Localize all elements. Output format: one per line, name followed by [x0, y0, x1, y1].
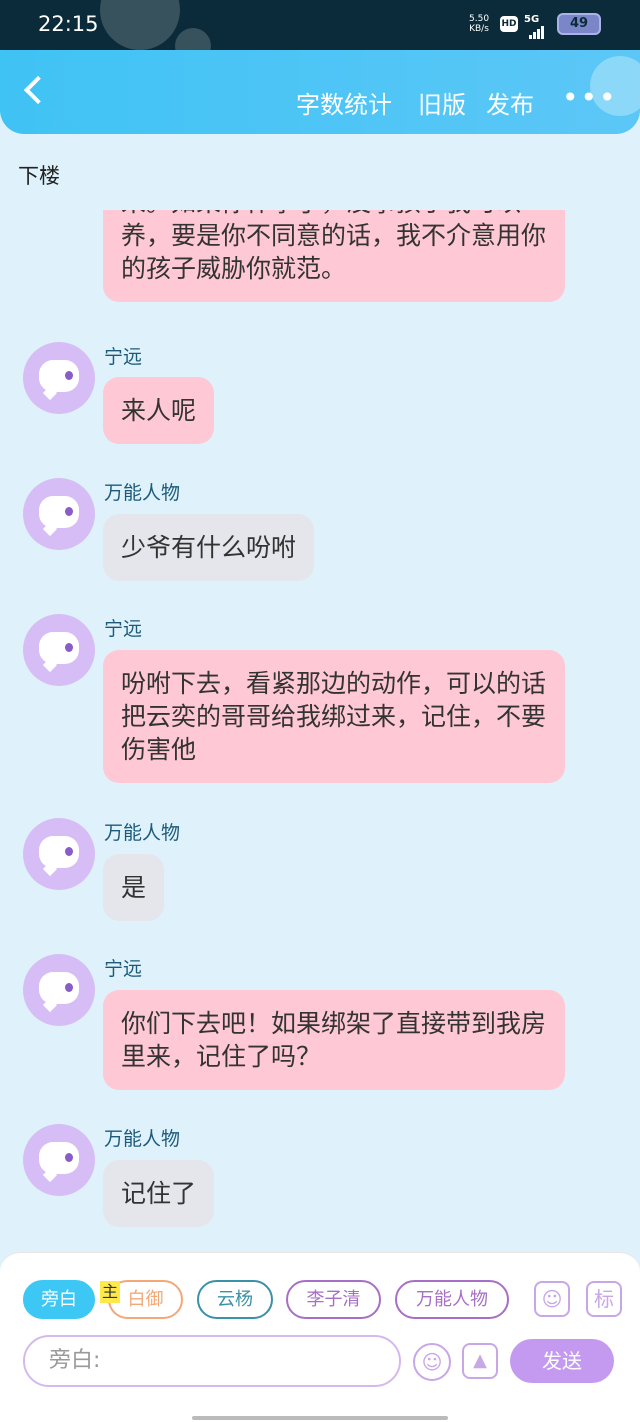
message-list[interactable]: 来。如果你怀孕了，没事孩子我可以养，要是你不同意的话，我不介意用你的孩子威胁你就… [0, 210, 640, 1250]
role-chip-yunyang[interactable]: 云杨 [197, 1280, 273, 1319]
message-input[interactable]: 旁白: [23, 1335, 401, 1387]
message-bubble: 是 [103, 854, 165, 921]
avatar[interactable] [23, 1124, 95, 1196]
message-bubble: 少爷有什么吩咐 [103, 514, 315, 581]
home-indicator[interactable] [192, 1416, 448, 1420]
role-chip-narration[interactable]: 旁白 [23, 1280, 95, 1319]
emoji-icon[interactable]: ☺ [413, 1343, 451, 1381]
word-count-button[interactable]: 字数统计 [296, 85, 392, 120]
avatar[interactable] [23, 954, 95, 1026]
sender-name: 万能人物 [104, 822, 181, 844]
tag-button[interactable]: 标 [586, 1281, 622, 1317]
network-speed: 5.50 KB/s [469, 14, 490, 34]
status-time: 22:15 [38, 12, 99, 36]
sender-name: 万能人物 [104, 482, 181, 504]
message-bubble: 来人呢 [103, 377, 215, 444]
avatar[interactable] [23, 818, 95, 890]
main-role-badge: 主 [100, 1281, 120, 1303]
signal-bars-icon [529, 20, 545, 39]
status-bar: 22:15 5.50 KB/s HD 5G 49 [0, 0, 640, 64]
sender-name: 万能人物 [104, 1128, 181, 1150]
role-chip-liziqing[interactable]: 李子清 [286, 1280, 381, 1319]
back-arrow-icon[interactable] [23, 75, 53, 105]
more-menu-icon[interactable]: ••• [562, 84, 618, 112]
message-bubble: 吩咐下去，看紧那边的动作，可以的话把云奕的哥哥给我绑过来，记住，不要伤害他 [103, 650, 565, 783]
message-bubble: 记住了 [103, 1160, 215, 1227]
composer-panel: 旁白 白御 主 云杨 李子清 万能人物 ☺ 标 旁白: ☺ ▲ 发送 [0, 1252, 640, 1392]
battery-icon: 49 [557, 13, 601, 35]
role-chip-universal[interactable]: 万能人物 [395, 1280, 509, 1319]
add-character-icon[interactable]: ☺ [534, 1281, 570, 1317]
image-icon[interactable]: ▲ [462, 1343, 498, 1379]
sender-name: 宁远 [104, 618, 143, 640]
old-version-button[interactable]: 旧版 [418, 85, 466, 120]
message-bubble: 你们下去吧！如果绑架了直接带到我房里来，记住了吗？ [103, 990, 565, 1090]
sender-name: 宁远 [104, 958, 143, 980]
publish-button[interactable]: 发布 [486, 85, 534, 120]
top-header: 字数统计 旧版 发布 ••• [0, 50, 640, 134]
hd-icon: HD [500, 16, 518, 32]
avatar[interactable] [23, 614, 95, 686]
section-title: 下楼 [18, 164, 60, 188]
send-button[interactable]: 发送 [510, 1339, 614, 1383]
message-bubble: 来。如果你怀孕了，没事孩子我可以养，要是你不同意的话，我不介意用你的孩子威胁你就… [103, 210, 565, 302]
avatar[interactable] [23, 478, 95, 550]
sender-name: 宁远 [104, 346, 143, 368]
decor-bubble [100, 0, 180, 50]
avatar[interactable] [23, 342, 95, 414]
